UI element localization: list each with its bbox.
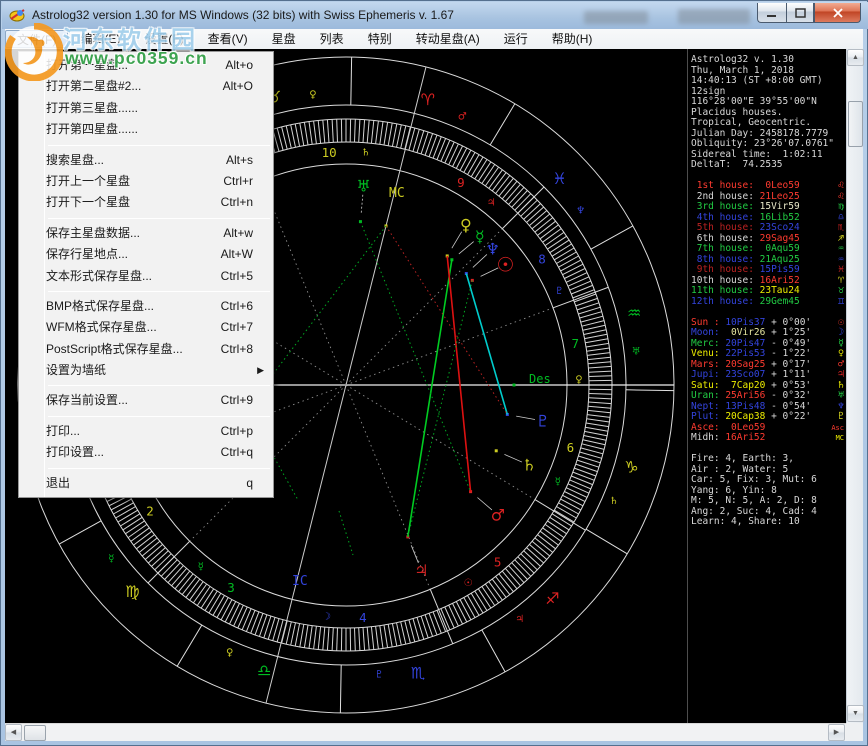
svg-text:♇: ♇ [555, 286, 564, 297]
svg-text:♀: ♀ [226, 647, 233, 658]
svg-text:♂: ♂ [491, 506, 505, 525]
svg-text:IC: IC [292, 574, 308, 589]
svg-text:♐: ♐ [545, 589, 559, 608]
svg-text:♅: ♅ [356, 176, 370, 195]
menu-item-3[interactable]: 打开第四星盘...... [19, 119, 273, 140]
vertical-scrollbar[interactable]: ▲ ▼ [846, 49, 863, 723]
svg-text:☿: ☿ [555, 477, 561, 488]
menu-separator [19, 214, 273, 223]
svg-text:♀: ♀ [575, 375, 582, 386]
maximize-button[interactable] [786, 3, 814, 23]
menu-item-9[interactable]: 保存主星盘数据...Alt+w [19, 223, 273, 244]
menu-item-21[interactable]: 打印设置...Ctrl+q [19, 442, 273, 463]
svg-text:♈: ♈ [421, 90, 435, 109]
svg-text:♀: ♀ [309, 89, 316, 100]
svg-text:♎: ♎ [257, 661, 271, 680]
scroll-down-button[interactable]: ▼ [847, 705, 864, 722]
menubar-item-3[interactable]: 查看(V) [196, 30, 260, 48]
menubar-item-6[interactable]: 特别 [356, 30, 404, 48]
menubar-item-5[interactable]: 列表 [308, 30, 356, 48]
menu-item-7[interactable]: 打开下一个星盘Ctrl+n [19, 192, 273, 213]
svg-text:MC: MC [389, 186, 405, 201]
menu-separator [19, 287, 273, 296]
watermark-site-url: www.pc0359.cn [65, 48, 208, 69]
app-icon [9, 7, 26, 23]
panel-divider [687, 49, 688, 723]
menu-item-14[interactable]: WFM格式保存星盘...Ctrl+7 [19, 317, 273, 338]
svg-text:♇: ♇ [536, 411, 550, 430]
svg-text:8: 8 [538, 252, 546, 267]
menu-item-15[interactable]: PostScript格式保存星盘...Ctrl+8 [19, 339, 273, 360]
svg-text:♆: ♆ [486, 240, 500, 259]
svg-text:♄: ♄ [361, 147, 370, 158]
svg-text:☉: ☉ [464, 578, 473, 589]
svg-text:☿: ☿ [108, 553, 114, 564]
menu-item-11[interactable]: 文本形式保存星盘...Ctrl+5 [19, 266, 273, 287]
menu-item-16[interactable]: 设置为墙纸▶ [19, 360, 273, 381]
svg-text:♅: ♅ [632, 346, 641, 357]
svg-text:4: 4 [359, 610, 367, 625]
scrollbar-corner [846, 723, 863, 741]
svg-text:♆: ♆ [576, 206, 585, 217]
svg-text:♑: ♑ [624, 457, 638, 476]
menu-separator [19, 464, 273, 473]
horizontal-scroll-thumb[interactable] [24, 725, 46, 741]
menubar-item-9[interactable]: 帮助(H) [540, 30, 605, 48]
menu-item-10[interactable]: 保存行星地点...Alt+W [19, 244, 273, 265]
blurred-text-patch [584, 11, 648, 24]
chart-info-panel: Astrolog32 v. 1.30Thu, March 1, 201814:4… [691, 55, 847, 528]
file-dropdown-menu: 打开第一星盘...Alt+o打开第二星盘#2...Alt+O打开第三星盘....… [18, 51, 274, 498]
menu-separator [19, 141, 273, 150]
menu-item-13[interactable]: BMP格式保存星盘...Ctrl+6 [19, 296, 273, 317]
svg-text:♒: ♒ [627, 304, 641, 323]
svg-text:♃: ♃ [487, 197, 496, 208]
vertical-scroll-thumb[interactable] [848, 101, 863, 147]
svg-text:☿: ☿ [475, 227, 485, 246]
menubar-item-7[interactable]: 转动星盘(A) [404, 30, 492, 48]
menu-item-23[interactable]: 退出q [19, 473, 273, 494]
watermark-logo [5, 23, 63, 81]
scroll-right-button[interactable]: ▶ [828, 724, 845, 741]
svg-text:5: 5 [494, 554, 502, 569]
svg-text:6: 6 [567, 440, 575, 455]
svg-text:3: 3 [227, 580, 235, 595]
svg-text:♃: ♃ [414, 561, 428, 580]
svg-text:♏: ♏ [411, 664, 425, 683]
svg-text:7: 7 [572, 336, 580, 351]
menu-item-6[interactable]: 打开上一个星盘Ctrl+r [19, 171, 273, 192]
svg-text:♂: ♂ [458, 112, 467, 123]
menu-separator [19, 381, 273, 390]
svg-text:♃: ♃ [515, 614, 524, 625]
menu-item-18[interactable]: 保存当前设置...Ctrl+9 [19, 390, 273, 411]
menu-item-20[interactable]: 打印...Ctrl+p [19, 421, 273, 442]
menubar-item-8[interactable]: 运行 [492, 30, 540, 48]
minimize-button[interactable] [757, 3, 786, 23]
close-button[interactable] [814, 3, 861, 23]
scroll-left-button[interactable]: ◀ [5, 724, 22, 741]
svg-text:♇: ♇ [375, 670, 384, 681]
svg-text:10: 10 [322, 145, 337, 160]
svg-text:☽: ☽ [322, 612, 331, 623]
menubar-item-4[interactable]: 星盘 [260, 30, 308, 48]
menu-separator [19, 412, 273, 421]
menu-item-5[interactable]: 搜索星盘...Alt+s [19, 150, 273, 171]
svg-text:♀: ♀ [460, 215, 472, 234]
svg-text:☿: ☿ [198, 562, 204, 573]
svg-text:Des: Des [529, 372, 551, 386]
svg-text:♓: ♓ [552, 169, 566, 188]
svg-text:♍: ♍ [125, 582, 139, 601]
svg-text:♄: ♄ [609, 496, 618, 507]
horizontal-scrollbar[interactable]: ◀ ▶ [5, 723, 846, 741]
svg-text:2: 2 [146, 503, 154, 518]
svg-text:9: 9 [457, 175, 465, 190]
menu-item-2[interactable]: 打开第三星盘...... [19, 98, 273, 119]
scroll-up-button[interactable]: ▲ [847, 49, 864, 66]
app-window: Astrolog32 version 1.30 for MS Windows (… [0, 0, 868, 746]
svg-text:♄: ♄ [522, 456, 536, 475]
blurred-text-patch [678, 9, 750, 24]
